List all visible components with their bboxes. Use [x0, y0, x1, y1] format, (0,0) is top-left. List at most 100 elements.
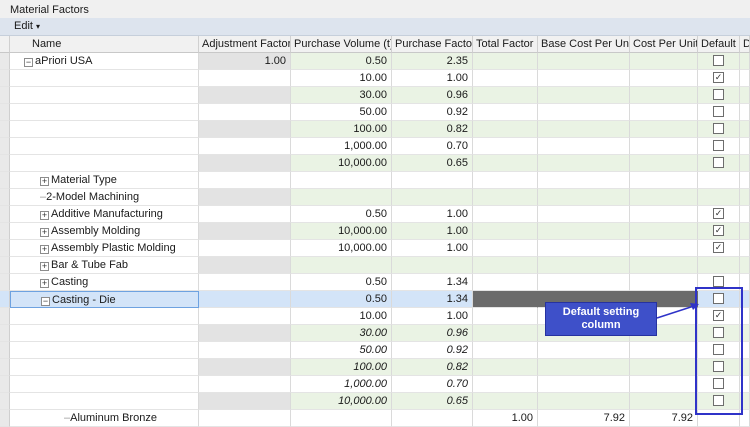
cost-per-unit-cell[interactable]: [630, 274, 698, 291]
column-header-cost-per-unit[interactable]: Cost Per Unit: [630, 36, 698, 53]
cost-per-unit-cell[interactable]: [630, 189, 698, 206]
adjustment-factor-cell[interactable]: [199, 104, 291, 121]
adjustment-factor-cell[interactable]: [199, 308, 291, 325]
cost-per-unit-cell[interactable]: [630, 70, 698, 87]
adjustment-factor-cell[interactable]: [199, 70, 291, 87]
row-header[interactable]: [0, 325, 10, 342]
cost-per-unit-cell[interactable]: [630, 172, 698, 189]
purchase-factor-cell[interactable]: 1.00: [392, 206, 473, 223]
column-header-extra[interactable]: D: [740, 36, 750, 53]
column-header-purchase-volume[interactable]: Purchase Volume (t): [291, 36, 392, 53]
default-cell[interactable]: [698, 104, 740, 121]
total-factor-cell[interactable]: [473, 53, 538, 70]
total-factor-cell[interactable]: [473, 138, 538, 155]
row-header[interactable]: [0, 104, 10, 121]
table-row[interactable]: 1,000.00 0.70: [0, 376, 750, 393]
base-cost-cell[interactable]: [538, 87, 630, 104]
adjustment-factor-cell[interactable]: [199, 376, 291, 393]
name-cell[interactable]: [10, 376, 199, 393]
purchase-volume-cell[interactable]: 10,000.00: [291, 155, 392, 172]
adjustment-factor-cell[interactable]: 1.00: [199, 53, 291, 70]
base-cost-cell[interactable]: [538, 189, 630, 206]
purchase-volume-cell[interactable]: 0.50: [291, 53, 392, 70]
total-factor-cell[interactable]: [473, 189, 538, 206]
row-header[interactable]: [0, 172, 10, 189]
purchase-volume-cell[interactable]: 100.00: [291, 359, 392, 376]
cost-per-unit-cell[interactable]: [630, 53, 698, 70]
extra-cell[interactable]: [740, 172, 750, 189]
row-header[interactable]: [0, 240, 10, 257]
adjustment-factor-cell[interactable]: [199, 138, 291, 155]
purchase-volume-cell[interactable]: 10,000.00: [291, 393, 392, 410]
total-factor-cell[interactable]: [473, 359, 538, 376]
purchase-factor-cell[interactable]: [392, 172, 473, 189]
purchase-factor-cell[interactable]: [392, 189, 473, 206]
default-checkbox[interactable]: [713, 106, 724, 117]
row-header[interactable]: [0, 223, 10, 240]
table-row[interactable]: + Bar & Tube Fab: [0, 257, 750, 274]
purchase-factor-cell[interactable]: 1.34: [392, 291, 473, 308]
extra-cell[interactable]: [740, 138, 750, 155]
adjustment-factor-cell[interactable]: [199, 325, 291, 342]
row-header[interactable]: [0, 138, 10, 155]
default-cell[interactable]: [698, 189, 740, 206]
cost-per-unit-cell[interactable]: [630, 359, 698, 376]
name-cell[interactable]: [10, 121, 199, 138]
total-factor-cell[interactable]: [473, 206, 538, 223]
name-cell[interactable]: [10, 308, 199, 325]
cost-per-unit-cell[interactable]: [630, 121, 698, 138]
collapse-icon[interactable]: −: [41, 297, 50, 306]
purchase-volume-cell[interactable]: 1,000.00: [291, 138, 392, 155]
extra-cell[interactable]: [740, 206, 750, 223]
adjustment-factor-cell[interactable]: [199, 359, 291, 376]
total-factor-cell[interactable]: [473, 308, 538, 325]
purchase-volume-cell[interactable]: 50.00: [291, 104, 392, 121]
purchase-factor-cell[interactable]: 0.70: [392, 138, 473, 155]
row-header[interactable]: [0, 342, 10, 359]
table-row[interactable]: + Assembly Plastic Molding 10,000.00 1.00 ✓: [0, 240, 750, 257]
column-header-default[interactable]: Default: [698, 36, 740, 53]
table-row[interactable]: 50.00 0.92: [0, 342, 750, 359]
table-row[interactable]: + Assembly Molding 10,000.00 1.00 ✓: [0, 223, 750, 240]
adjustment-factor-cell[interactable]: [199, 223, 291, 240]
column-header-purchase-factor[interactable]: Purchase Factor: [392, 36, 473, 53]
base-cost-cell[interactable]: [538, 342, 630, 359]
name-cell[interactable]: [10, 104, 199, 121]
row-header[interactable]: [0, 376, 10, 393]
expand-icon[interactable]: +: [40, 245, 49, 254]
row-header[interactable]: [0, 274, 10, 291]
total-factor-cell[interactable]: [473, 223, 538, 240]
extra-cell[interactable]: [740, 189, 750, 206]
extra-cell[interactable]: [740, 121, 750, 138]
total-factor-cell[interactable]: [473, 172, 538, 189]
purchase-factor-cell[interactable]: 0.96: [392, 325, 473, 342]
edit-menu[interactable]: Edit ▾: [14, 20, 40, 32]
base-cost-cell[interactable]: [538, 104, 630, 121]
extra-cell[interactable]: [740, 104, 750, 121]
extra-cell[interactable]: [740, 240, 750, 257]
base-cost-cell[interactable]: [538, 138, 630, 155]
row-header[interactable]: [0, 87, 10, 104]
name-cell[interactable]: + Additive Manufacturing: [10, 206, 199, 223]
name-cell[interactable]: [10, 342, 199, 359]
base-cost-cell[interactable]: [538, 121, 630, 138]
name-cell[interactable]: + Assembly Molding: [10, 223, 199, 240]
adjustment-factor-cell[interactable]: [199, 291, 291, 308]
extra-cell[interactable]: [740, 70, 750, 87]
name-cell[interactable]: [10, 325, 199, 342]
table-row[interactable]: + Casting 0.50 1.34: [0, 274, 750, 291]
row-header[interactable]: [0, 359, 10, 376]
purchase-volume-cell[interactable]: [291, 172, 392, 189]
cost-per-unit-cell[interactable]: [630, 104, 698, 121]
row-header[interactable]: [0, 206, 10, 223]
name-cell[interactable]: [10, 393, 199, 410]
default-checkbox[interactable]: [713, 276, 724, 287]
adjustment-factor-cell[interactable]: [199, 274, 291, 291]
purchase-factor-cell[interactable]: 0.65: [392, 393, 473, 410]
default-cell[interactable]: [698, 53, 740, 70]
adjustment-factor-cell[interactable]: [199, 240, 291, 257]
extra-cell[interactable]: [740, 223, 750, 240]
name-cell[interactable]: [10, 138, 199, 155]
row-header[interactable]: [0, 70, 10, 87]
name-cell[interactable]: − aPriori USA: [10, 53, 199, 70]
